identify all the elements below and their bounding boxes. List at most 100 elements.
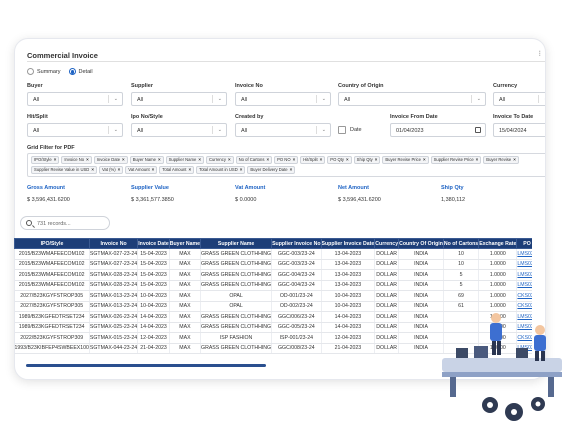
table-cell[interactable]: LMS023 [516,259,532,270]
table-cell[interactable]: LMS023 [516,248,532,260]
supplier-select[interactable]: All ⌄ [131,92,227,106]
chip[interactable]: Total Amount in USD × [196,166,246,174]
table-cell: SGTMAX-026-23-24 [89,311,139,323]
calendar-icon[interactable] [475,127,481,133]
buyer-select[interactable]: All ⌄ [27,92,123,106]
vat-amount-label: Vat Amount [235,185,266,191]
table-cell: 1.0000 [478,280,518,291]
table-cell: 10-04-2023 [321,290,376,302]
date-checkbox[interactable]: Date [338,126,362,134]
invoice-from-date-input[interactable]: 01/04/2023 [390,123,486,137]
chip[interactable]: Buyer Revise × [483,156,519,164]
column-header[interactable]: No of Cartons [442,238,480,249]
table-cell: MAX [169,322,202,333]
table-cell: SGTMAX-027-23-24 [89,248,139,260]
column-header[interactable]: Supplier Invoice No [271,238,322,249]
chip[interactable]: Buyer Name × [129,156,164,164]
radio-selected-icon [68,68,76,75]
table-cell: 5 [443,269,480,281]
chip[interactable]: PO NO × [274,156,299,164]
column-header[interactable]: Supplier Invoice Date [320,238,376,249]
column-header[interactable]: Buyer Name [168,238,202,249]
table-cell: 2015/B23WMAFEECOM102 [14,280,90,291]
table-cell: DOLLAR [374,259,400,270]
column-header[interactable]: Supplier Name [200,238,273,249]
table-cell: SGTMAX-013-23-24 [89,301,139,312]
table-cell[interactable]: LMS023 [516,280,532,291]
table-cell: DOLLAR [374,311,400,323]
chip[interactable]: Supplier Revise Price × [430,156,482,164]
chip[interactable]: Ship Qty × [353,156,381,164]
table-row[interactable]: 2015/B23WMAFEECOM102 SGTMAX-027-23-24 15-0… [14,259,532,270]
chip[interactable]: Invoice Date × [93,156,128,164]
chip[interactable]: PO Qty × [327,156,352,164]
buyer-label: Buyer [27,83,43,89]
table-cell[interactable]: LMS023 [516,269,532,281]
supplier-value-value: $ 3,361,577.3850 [131,197,174,203]
chip[interactable]: Vat (%) × [98,166,124,174]
page-title: Commercial Invoice [27,51,98,60]
close-icon: × [53,157,57,162]
table-cell: MAX [169,332,202,344]
table-cell: INDIA [398,259,444,270]
table-cell: 13-04-2023 [321,269,376,281]
created-by-select[interactable]: All ⌄ [235,123,331,137]
table-row[interactable]: 2015/B23WMAFEECOM102 SGTMAX-028-23-24 15-0… [14,280,532,291]
table-cell: 1.0000 [478,269,518,281]
chip[interactable]: Buyer Delivery Date × [247,166,296,174]
radio-icon [27,68,34,75]
net-amount-label: Net Amount [338,185,369,191]
grid-filter-chips[interactable]: IPO/Style × Invoice No × Invoice Date × Buy… [27,153,545,177]
column-header[interactable]: Exchange Rate [478,238,518,249]
chip[interactable]: Buyer Revise Price × [382,156,429,164]
summary-radio[interactable]: Summary [27,68,61,75]
table-cell: 1.0000 [478,248,518,260]
search-input[interactable]: 731 records... [20,216,110,230]
table-row[interactable]: 2015/B23WMAFEECOM102 SGTMAX-027-23-24 15-0… [14,248,532,260]
chip[interactable]: Supplier Name × [165,156,204,164]
chevron-down-icon: ⌄ [321,127,326,133]
detail-radio[interactable]: Detail [68,68,93,75]
chip[interactable]: Hit/Split × [300,156,326,164]
table-cell: SGTMAX-015-23-24 [89,332,139,344]
country-of-origin-label: Country of Origin [338,83,384,89]
close-icon: × [227,157,231,162]
horizontal-scrollbar[interactable] [26,364,266,367]
chip[interactable]: No of Cartons × [235,156,273,164]
column-header[interactable]: Invoice Date [137,238,170,249]
column-header[interactable]: Country Of Origin [398,238,444,249]
country-of-origin-select[interactable]: All ⌄ [338,92,486,106]
column-header[interactable]: Currency [374,238,400,249]
currency-select[interactable]: All ⌄ [493,92,545,106]
chip[interactable]: Supplier Revise Value in USD × [31,166,97,174]
table-cell: DOLLAR [374,280,400,291]
hit-split-select[interactable]: All ⌄ [27,123,123,137]
chevron-down-icon: ⌄ [113,96,118,102]
dots-vertical-icon[interactable]: ⁝ [538,49,541,58]
table-cell: GRASS GREEN CLOTHHING [200,259,273,270]
invoice-to-date-input[interactable]: 15/04/2024 [493,123,545,137]
chip[interactable]: Invoice No × [61,156,92,164]
invoice-no-label: Invoice No [235,83,263,89]
table-cell: DOLLAR [374,269,400,281]
table-cell: 10-04-2023 [137,290,170,302]
ipo-style-select[interactable]: All ⌄ [131,123,227,137]
table-cell: DOLLAR [374,322,400,333]
table-row[interactable]: 2015/B23WMAFEECOM102 SGTMAX-028-23-24 15-0… [14,269,532,281]
close-icon: × [117,167,121,172]
chip[interactable]: IPO/Style × [31,156,60,164]
close-icon: × [157,157,161,162]
table-cell: MAX [169,343,202,354]
column-header[interactable]: Invoice No [88,238,139,249]
table-cell: GGC/008/23-24 [271,343,322,354]
table-cell: DOLLAR [374,290,400,302]
column-header[interactable]: IPO/Style [14,238,90,249]
invoice-no-select[interactable]: All ⌄ [235,92,331,106]
close-icon: × [374,157,378,162]
chip[interactable]: Vat Amount × [125,166,158,174]
column-header[interactable]: PO [516,238,532,249]
chip[interactable]: Currency × [205,156,234,164]
table-cell: 10 [443,259,480,270]
chip[interactable]: Total Amount × [159,166,195,174]
table-cell: 21-04-2023 [321,343,376,354]
